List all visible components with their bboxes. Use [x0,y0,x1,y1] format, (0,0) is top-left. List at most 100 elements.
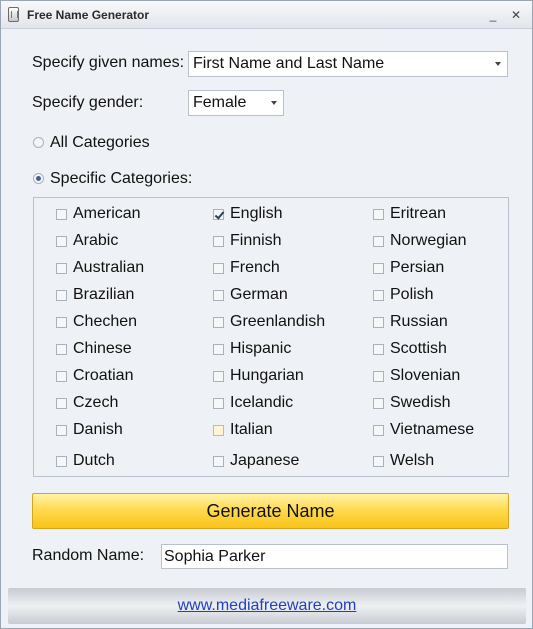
category-checkbox[interactable] [213,455,224,467]
category-chinese[interactable]: Chinese [56,339,132,359]
category-persian[interactable]: Persian [373,258,444,278]
random-name-label: Random Name: [32,547,145,564]
category-english[interactable]: English [213,204,282,224]
category-label: Norwegian [390,232,467,249]
category-italian[interactable]: Italian [213,420,273,440]
category-checkbox[interactable] [373,397,384,409]
category-label: Icelandic [230,394,294,411]
category-scottish[interactable]: Scottish [373,339,447,359]
category-label: French [230,259,280,276]
random-name-field[interactable]: Sophia Parker [161,544,508,569]
generate-name-button[interactable]: Generate Name [32,493,509,529]
category-checkbox[interactable] [373,455,384,467]
category-chechen[interactable]: Chechen [56,312,137,332]
category-label: Australian [73,259,145,276]
category-checkbox[interactable] [373,424,384,436]
category-australian[interactable]: Australian [56,258,144,278]
category-swedish[interactable]: Swedish [373,393,450,413]
category-label: Finnish [230,232,282,249]
category-checkbox[interactable] [56,262,67,274]
category-label: Japanese [230,452,300,469]
category-checkbox[interactable] [213,208,224,220]
category-checkbox[interactable] [56,424,67,436]
category-checkbox[interactable] [373,208,384,220]
footer-bar: www.mediafreeware.com [8,588,526,624]
specific-categories-radio[interactable] [33,173,44,184]
category-czech[interactable]: Czech [56,393,118,413]
category-label: Chinese [73,340,132,357]
close-button[interactable]: ✕ [508,7,524,23]
category-label: Danish [73,421,123,438]
gender-select[interactable]: Female [188,90,284,116]
category-label: Czech [73,394,119,411]
category-label: Italian [230,421,273,438]
given-names-label: Specify given names: [32,54,185,71]
chevron-down-icon [495,62,501,66]
category-label: Greenlandish [230,313,326,330]
category-french[interactable]: French [213,258,280,278]
category-greenlandish[interactable]: Greenlandish [213,312,325,332]
all-categories-label[interactable]: All Categories [50,134,150,152]
category-checkbox[interactable] [213,424,224,436]
chevron-down-icon [271,101,277,105]
category-norwegian[interactable]: Norwegian [373,231,466,251]
category-croatian[interactable]: Croatian [56,366,133,386]
category-japanese[interactable]: Japanese [213,451,299,471]
category-checkbox[interactable] [213,397,224,409]
category-checkbox[interactable] [373,343,384,355]
gender-label: Specify gender: [32,94,144,111]
title-bar[interactable]: Free Name Generator _ ✕ [1,1,532,29]
category-checkbox[interactable] [373,235,384,247]
category-vietnamese[interactable]: Vietnamese [373,420,474,440]
category-welsh[interactable]: Welsh [373,451,434,471]
category-brazilian[interactable]: Brazilian [56,285,134,305]
category-checkbox[interactable] [373,316,384,328]
category-checkbox[interactable] [213,370,224,382]
category-label: Polish [390,286,434,303]
category-american[interactable]: American [56,204,141,224]
category-finnish[interactable]: Finnish [213,231,282,251]
category-german[interactable]: German [213,285,288,305]
category-checkbox[interactable] [56,370,67,382]
category-danish[interactable]: Danish [56,420,123,440]
minimize-button[interactable]: _ [485,7,501,23]
category-icelandic[interactable]: Icelandic [213,393,293,413]
categories-panel: American Arabic Australian Brazilian Chechen… [33,197,509,477]
category-label: Croatian [73,367,134,384]
website-link[interactable]: www.mediafreeware.com [8,588,526,624]
category-polish[interactable]: Polish [373,285,434,305]
category-label: Chechen [73,313,138,330]
given-names-value: First Name and Last Name [193,55,385,72]
category-checkbox[interactable] [56,455,67,467]
given-names-select[interactable]: First Name and Last Name [188,51,508,77]
category-checkbox[interactable] [56,397,67,409]
category-label: Persian [390,259,445,276]
category-checkbox[interactable] [56,289,67,301]
category-checkbox[interactable] [213,289,224,301]
category-checkbox[interactable] [213,343,224,355]
category-checkbox[interactable] [373,370,384,382]
category-slovenian[interactable]: Slovenian [373,366,460,386]
category-checkbox[interactable] [56,343,67,355]
category-checkbox[interactable] [373,262,384,274]
category-hispanic[interactable]: Hispanic [213,339,291,359]
category-label: Hungarian [230,367,304,384]
category-checkbox[interactable] [56,316,67,328]
category-russian[interactable]: Russian [373,312,448,332]
category-arabic[interactable]: Arabic [56,231,118,251]
category-checkbox[interactable] [373,289,384,301]
category-dutch[interactable]: Dutch [56,451,115,471]
category-checkbox[interactable] [56,235,67,247]
category-label: Brazilian [73,286,135,303]
category-checkbox[interactable] [213,262,224,274]
category-checkbox[interactable] [56,208,67,220]
category-label: Vietnamese [390,421,475,438]
category-label: Arabic [73,232,119,249]
category-checkbox[interactable] [213,316,224,328]
all-categories-radio[interactable] [33,137,44,148]
category-checkbox[interactable] [213,235,224,247]
category-eritrean[interactable]: Eritrean [373,204,446,224]
specific-categories-label[interactable]: Specific Categories: [50,170,192,188]
category-label: Eritrean [390,205,447,222]
category-hungarian[interactable]: Hungarian [213,366,304,386]
